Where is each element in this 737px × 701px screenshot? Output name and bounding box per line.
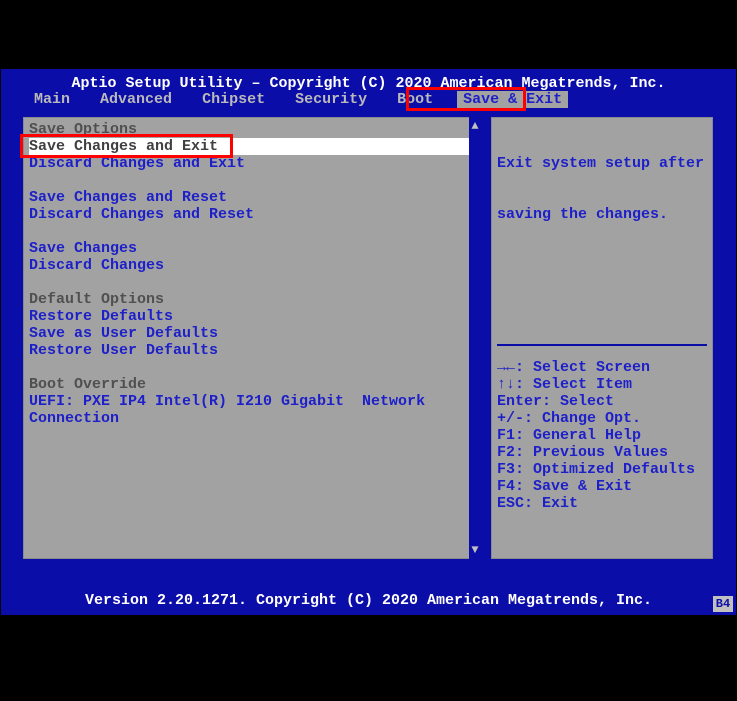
key-help-line: +/-: Change Opt. bbox=[497, 410, 695, 427]
section-heading-save-options: Save Options bbox=[29, 121, 473, 138]
menu-tab-boot[interactable]: Boot bbox=[391, 91, 439, 108]
panel-frame: Save OptionsSave Changes and ExitDiscard… bbox=[19, 111, 718, 565]
menu-item-save-changes-and-exit[interactable]: Save Changes and Exit bbox=[29, 138, 473, 155]
key-help-line: ↑↓: Select Item bbox=[497, 376, 695, 393]
menu-item-blank bbox=[29, 172, 473, 189]
help-separator bbox=[497, 344, 707, 346]
bios-screen: Aptio Setup Utility – Copyright (C) 2020… bbox=[1, 69, 736, 615]
help-text-line: Exit system setup after bbox=[497, 155, 707, 172]
menu-tab-chipset[interactable]: Chipset bbox=[196, 91, 271, 108]
key-help-line: ESC: Exit bbox=[497, 495, 695, 512]
help-text-line: saving the changes. bbox=[497, 206, 707, 223]
menu-item-save-as-user-defaults[interactable]: Save as User Defaults bbox=[29, 325, 473, 342]
key-help-line: →←: Select Screen bbox=[497, 359, 695, 376]
scroll-down-icon[interactable]: ▼ bbox=[469, 543, 481, 557]
menu-item-connection[interactable]: Connection bbox=[29, 410, 473, 427]
menu-bar: Main Advanced Chipset Security Boot Save… bbox=[1, 91, 736, 108]
key-help-line: F2: Previous Values bbox=[497, 444, 695, 461]
key-help-line: Enter: Select bbox=[497, 393, 695, 410]
corner-badge: B4 bbox=[712, 595, 734, 613]
panel-left: Save OptionsSave Changes and ExitDiscard… bbox=[21, 115, 481, 561]
menu-item-discard-changes-and-reset[interactable]: Discard Changes and Reset bbox=[29, 206, 473, 223]
menu-tab-security[interactable]: Security bbox=[289, 91, 373, 108]
section-heading-boot-override: Boot Override bbox=[29, 376, 473, 393]
menu-item-blank bbox=[29, 359, 473, 376]
menu-item-discard-changes[interactable]: Discard Changes bbox=[29, 257, 473, 274]
key-help-list: →←: Select Screen↑↓: Select ItemEnter: S… bbox=[497, 359, 695, 512]
menu-tab-main[interactable]: Main bbox=[28, 91, 76, 108]
menu-tab-advanced[interactable]: Advanced bbox=[94, 91, 178, 108]
menu-item-discard-changes-and-exit[interactable]: Discard Changes and Exit bbox=[29, 155, 473, 172]
menu-tab-save-exit[interactable]: Save & Exit bbox=[457, 91, 568, 108]
menu-item-blank bbox=[29, 223, 473, 240]
menu-item-restore-user-defaults[interactable]: Restore User Defaults bbox=[29, 342, 473, 359]
scroll-up-icon[interactable]: ▲ bbox=[469, 119, 481, 133]
page-title: Aptio Setup Utility – Copyright (C) 2020… bbox=[1, 75, 736, 92]
panel-right: Exit system setup after saving the chang… bbox=[489, 115, 715, 561]
version-strip: Version 2.20.1271. Copyright (C) 2020 Am… bbox=[1, 592, 736, 609]
key-help-line: F4: Save & Exit bbox=[497, 478, 695, 495]
key-help-line: F3: Optimized Defaults bbox=[497, 461, 695, 478]
menu-item-save-changes[interactable]: Save Changes bbox=[29, 240, 473, 257]
panel-right-content: Exit system setup after saving the chang… bbox=[497, 121, 707, 555]
menu-item-restore-defaults[interactable]: Restore Defaults bbox=[29, 308, 473, 325]
menu-item-uefi-pxe-ip4-intel-r-i210-gigabit-network[interactable]: UEFI: PXE IP4 Intel(R) I210 Gigabit Netw… bbox=[29, 393, 473, 410]
scrollbar[interactable]: ▲ ▼ bbox=[469, 117, 481, 559]
menu-item-blank bbox=[29, 274, 473, 291]
key-help-line: F1: General Help bbox=[497, 427, 695, 444]
menu-item-save-changes-and-reset[interactable]: Save Changes and Reset bbox=[29, 189, 473, 206]
section-heading-default-options: Default Options bbox=[29, 291, 473, 308]
panel-left-content: Save OptionsSave Changes and ExitDiscard… bbox=[29, 121, 473, 555]
